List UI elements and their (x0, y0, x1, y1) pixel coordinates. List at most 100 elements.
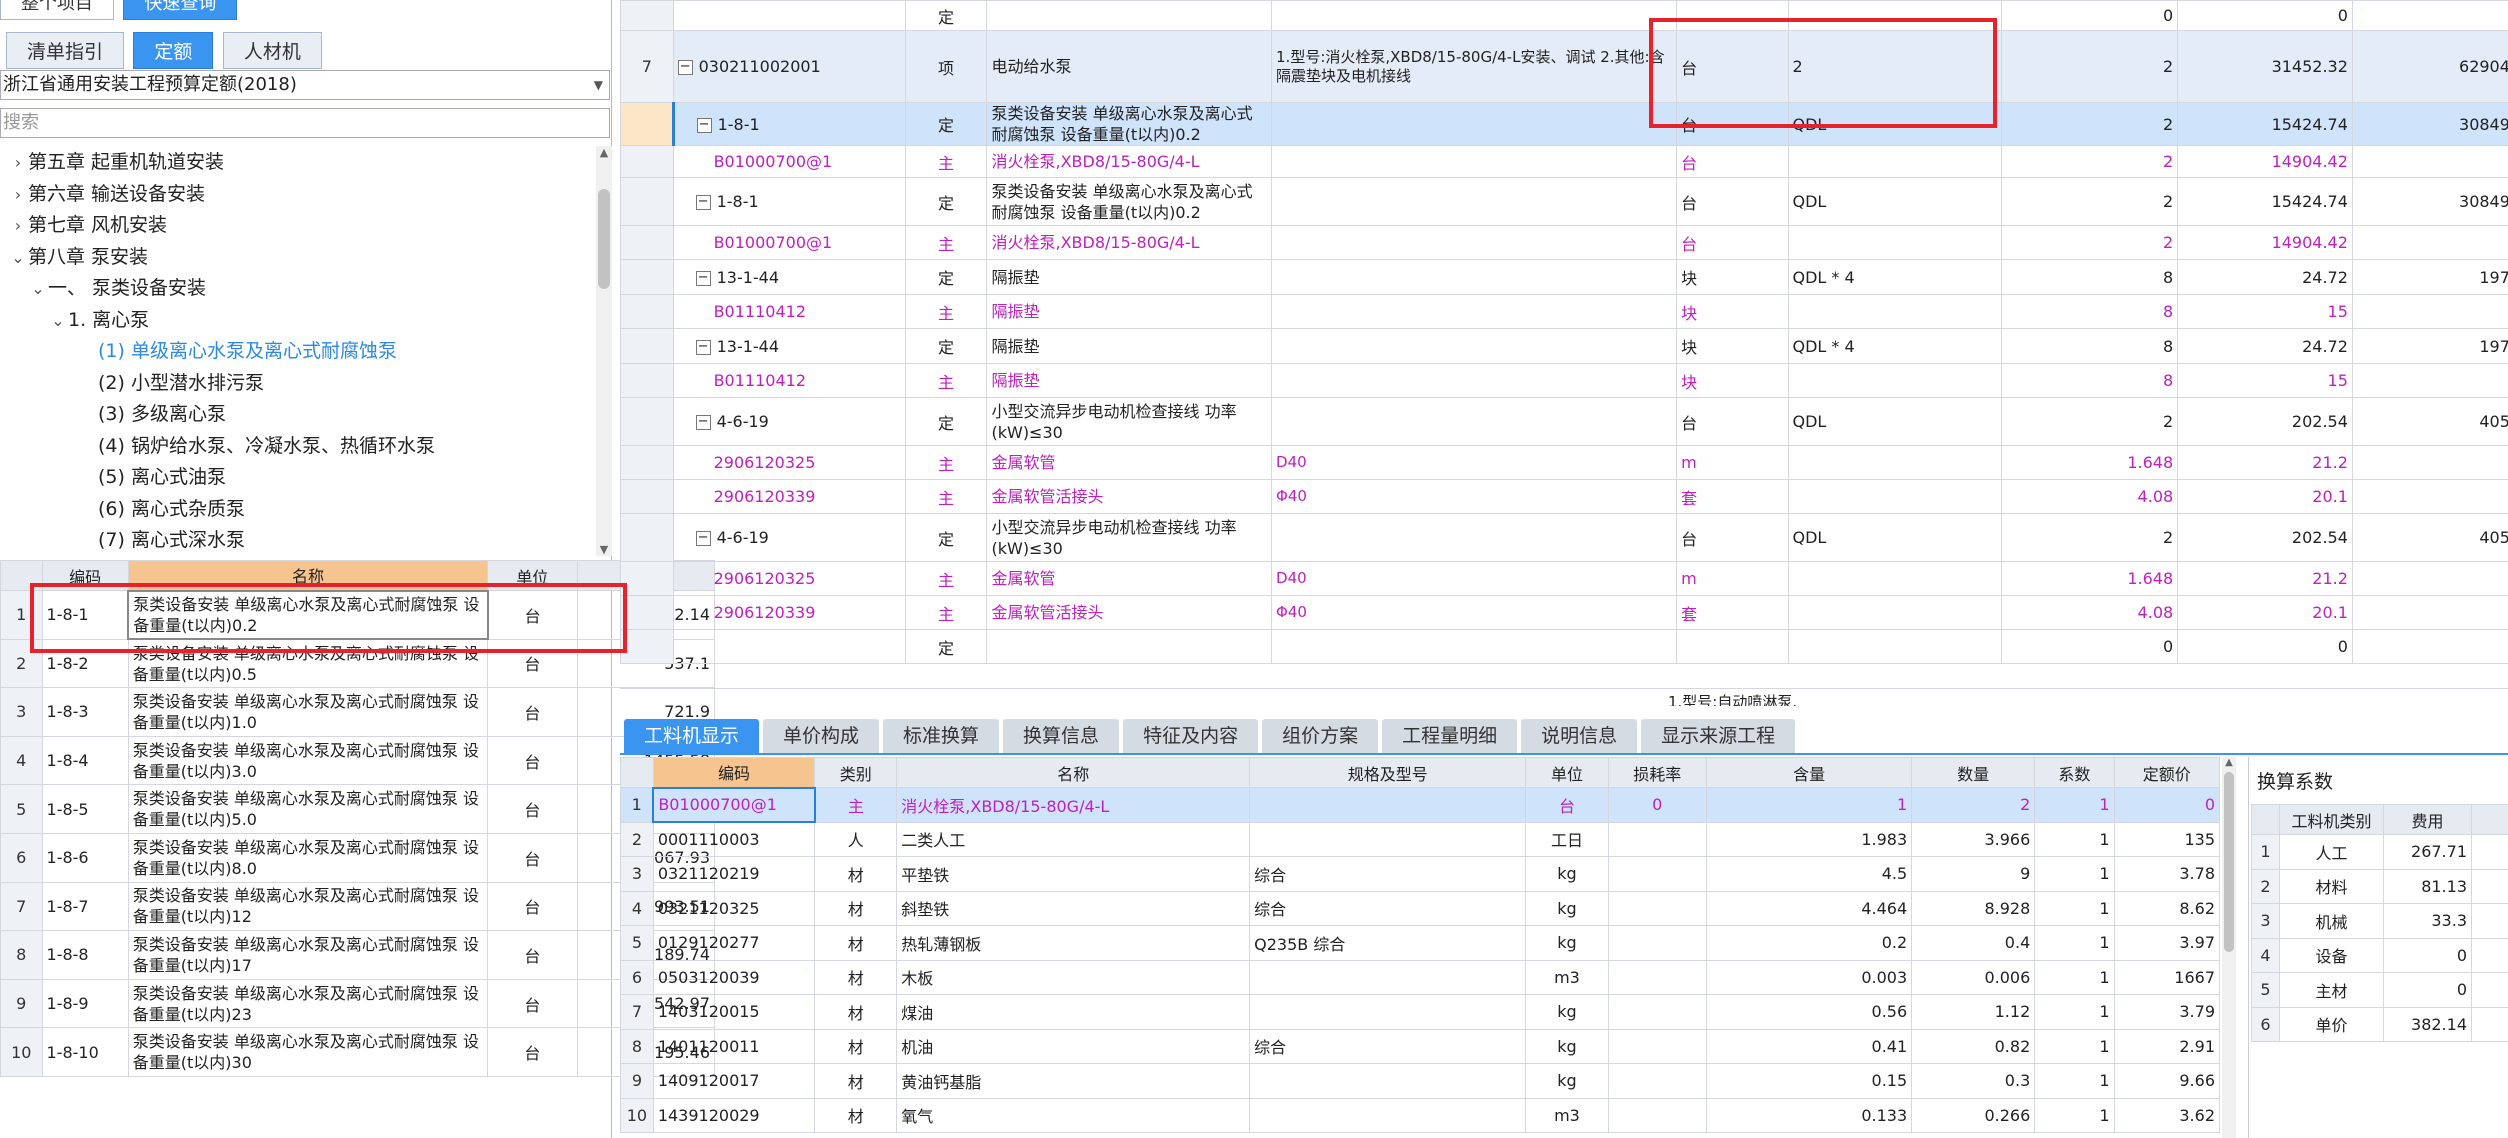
tree-scrollbar[interactable]: ▲ ▼ (596, 146, 612, 556)
table-row[interactable]: 5 1-8-5 泵类设备安装 单级离心水泵及离心式耐腐蚀泵 设备重量(t以内)5… (0, 784, 716, 834)
collapse-icon[interactable]: − (677, 60, 693, 75)
collapse-icon[interactable]: − (695, 195, 711, 210)
table-row[interactable]: 定 0 0 (620, 0, 2508, 31)
collapse-icon[interactable]: − (695, 415, 711, 430)
material-col-header[interactable]: 编码 (652, 757, 816, 788)
scroll-thumb[interactable] (598, 189, 610, 289)
table-row[interactable]: 3 机械 33.3 (2251, 903, 2508, 939)
chevron-right-icon[interactable]: › (8, 179, 28, 211)
table-row[interactable]: −4-6-19 定 小型交流异步电动机检查接线 功率(kW)≤30 台 QDL … (620, 397, 2508, 446)
tree-item[interactable]: ⌄ 一、 泵类设备安装 (8, 273, 593, 305)
conversion-adjust[interactable] (2471, 903, 2508, 939)
table-row[interactable]: 4 设备 0 (2251, 937, 2508, 973)
material-col-header[interactable]: 名称 (896, 757, 1251, 788)
table-row[interactable]: −13-1-44 定 隔振垫 块 QDL * 4 8 24.72 197. (620, 259, 2508, 295)
table-row[interactable]: B01110412 主 隔振垫 块 8 15 (620, 294, 2508, 329)
tab-bottom[interactable]: 换算信息 (1003, 719, 1120, 753)
table-row[interactable]: 定 0 0 (620, 629, 2508, 664)
material-col-header[interactable]: 规格及型号 (1249, 757, 1527, 788)
table-row[interactable]: 9 1409120017 材 黄油钙基脂 kg 0.15 0.3 1 9.66 (620, 1063, 2221, 1099)
chevron-down-icon[interactable]: ⌄ (28, 273, 48, 305)
tree-item[interactable]: › 第五章 起重机轨道安装 (8, 147, 593, 179)
tree-item[interactable]: ⌄ 第八章 泵安装 (8, 242, 593, 274)
tab-bottom[interactable]: 工程量明细 (1382, 719, 1518, 753)
table-row[interactable]: 2 0001110003 人 二类人工 工日 1.983 3.966 1 135 (620, 821, 2221, 857)
tab-bottom[interactable]: 单价构成 (763, 719, 880, 753)
table-row[interactable]: 10 1439120029 材 氧气 m3 0.133 0.266 1 3.62 (620, 1097, 2221, 1133)
table-row[interactable]: 7 1-8-7 泵类设备安装 单级离心水泵及离心式耐腐蚀泵 设备重量(t以内)1… (0, 881, 716, 932)
table-row[interactable]: 7 −030211002001 项 电动给水泵 1.型号:消火栓泵,XBD8/1… (620, 30, 2508, 103)
table-row[interactable]: 6 0503120039 材 木板 m3 0.003 0.006 1 1667 (620, 959, 2221, 995)
conversion-adjust[interactable] (2471, 868, 2508, 904)
table-row[interactable]: 5 主材 0 1 (2251, 972, 2508, 1008)
material-col-header[interactable]: 单位 (1525, 757, 1609, 788)
search-input[interactable]: 搜索 (0, 108, 610, 138)
collapse-icon[interactable]: − (695, 270, 711, 286)
material-scrollbar[interactable]: ▲ (2222, 757, 2236, 1138)
table-row[interactable]: 1 B01000700@1 主 消火栓泵,XBD8/15-80G/4-L 台 0… (620, 786, 2221, 823)
table-row[interactable]: 6 1-8-6 泵类设备安装 单级离心水泵及离心式耐腐蚀泵 设备重量(t以内)8… (0, 832, 716, 883)
tree-item[interactable]: ⌄ 1. 离心泵 (8, 305, 593, 337)
chevron-right-icon[interactable]: › (8, 210, 28, 242)
tab-whole-project[interactable]: 整个项目 (0, 0, 114, 20)
table-row[interactable]: 2906120325 主 金属软管 D40 m 1.648 21.2 (620, 561, 2508, 596)
tab-bill-guide[interactable]: 清单指引 (6, 32, 125, 69)
table-row[interactable]: −1-8-1 定 泵类设备安装 单级离心水泵及离心式耐腐蚀泵 设备重量(t以内)… (620, 102, 2508, 146)
table-row[interactable]: 3 1-8-3 泵类设备安装 单级离心水泵及离心式耐腐蚀泵 设备重量(t以内)1… (0, 687, 716, 737)
table-row[interactable]: B01000700@1 主 消火栓泵,XBD8/15-80G/4-L 台 2 1… (620, 145, 2508, 178)
tab-bottom[interactable]: 组价方案 (1262, 719, 1379, 753)
material-col-header[interactable]: 系数 (2034, 757, 2115, 788)
tree-item[interactable]: (1) 单级离心水泵及离心式耐腐蚀泵 (8, 336, 593, 368)
conversion-col-header[interactable]: 工料机类别 (2279, 804, 2384, 835)
table-row[interactable]: 10 1-8-10 泵类设备安装 单级离心水泵及离心式耐腐蚀泵 设备重量(t以内… (0, 1027, 716, 1077)
table-row[interactable]: −13-1-44 定 隔振垫 块 QDL * 4 8 24.72 197. (620, 328, 2508, 364)
tree-item[interactable]: › 第七章 风机安装 (8, 210, 593, 242)
chevron-right-icon[interactable]: › (8, 147, 28, 179)
material-col-header[interactable]: 数量 (1911, 757, 2036, 788)
table-row[interactable]: 1 人工 267.71 (2251, 834, 2508, 870)
table-row[interactable]: 3 0321120219 材 平垫铁 综合 kg 4.5 9 1 3.78 (620, 856, 2221, 892)
table-row[interactable]: 4 0321120325 材 斜垫铁 综合 kg 4.464 8.928 1 8… (620, 890, 2221, 926)
tab-labor-material-machine[interactable]: 人材机 (222, 32, 322, 69)
table-row[interactable]: 4 1-8-4 泵类设备安装 单级离心水泵及离心式耐腐蚀泵 设备重量(t以内)3… (0, 735, 716, 786)
tab-bottom[interactable]: 标准换算 (883, 719, 1000, 753)
tree-item[interactable]: › 第六章 输送设备安装 (8, 179, 593, 211)
conversion-adjust[interactable]: 1 (2471, 972, 2508, 1008)
table-row[interactable]: 8 1-8-8 泵类设备安装 单级离心水泵及离心式耐腐蚀泵 设备重量(t以内)1… (0, 930, 716, 980)
tab-bottom[interactable]: 说明信息 (1521, 719, 1638, 753)
conversion-col-header[interactable]: 费用 (2383, 804, 2472, 835)
tab-bottom[interactable]: 工料机显示 (624, 719, 760, 753)
tree-item[interactable]: (6) 离心式杂质泵 (8, 494, 593, 526)
tree-item[interactable]: (3) 多级离心泵 (8, 399, 593, 431)
table-row[interactable]: 2 材料 81.13 (2251, 868, 2508, 904)
tree-item[interactable]: (4) 锅炉给水泵、冷凝水泵、热循环水泵 (8, 431, 593, 463)
tab-quota[interactable]: 定额 (133, 32, 214, 69)
quota-book-select[interactable]: 浙江省通用安装工程预算定额(2018) ▼ (0, 70, 610, 100)
material-col-header[interactable]: 类别 (814, 757, 898, 788)
table-row[interactable]: −1-8-1 定 泵类设备安装 单级离心水泵及离心式耐腐蚀泵 设备重量(t以内)… (620, 177, 2508, 226)
chevron-down-icon[interactable]: ⌄ (48, 305, 68, 337)
table-row[interactable]: 2906120339 主 金属软管活接头 Φ40 套 4.08 20.1 (620, 479, 2508, 514)
collapse-icon[interactable]: − (696, 117, 712, 133)
conversion-adjust[interactable] (2471, 834, 2508, 870)
material-col-header[interactable]: 含量 (1705, 757, 1913, 788)
tree-item[interactable]: (7) 离心式深水泵 (8, 525, 593, 555)
material-col-header[interactable]: 损耗率 (1607, 757, 1707, 788)
scroll-thumb[interactable] (2224, 772, 2234, 952)
material-col-header[interactable]: 定额价 (2113, 757, 2221, 788)
tree-item[interactable]: (2) 小型潜水排污泵 (8, 368, 593, 400)
table-row[interactable]: 6 单价 382.14 (2251, 1006, 2508, 1042)
collapse-icon[interactable]: − (695, 339, 711, 355)
table-row[interactable]: B01000700@1 主 消火栓泵,XBD8/15-80G/4-L 台 2 1… (620, 225, 2508, 260)
table-row[interactable]: 5 0129120277 材 热轧薄钢板 Q235B 综合 kg 0.2 0.4… (620, 925, 2221, 961)
conversion-adjust[interactable] (2471, 937, 2508, 973)
table-row[interactable]: 7 1403120015 材 煤油 kg 0.56 1.12 1 3.79 (620, 994, 2221, 1030)
collapse-icon[interactable]: − (695, 531, 711, 546)
table-row[interactable]: 2906120325 主 金属软管 D40 m 1.648 21.2 (620, 445, 2508, 480)
table-row[interactable]: B01110412 主 隔振垫 块 8 15 (620, 363, 2508, 398)
chevron-down-icon[interactable]: ⌄ (8, 242, 28, 274)
tab-bottom[interactable]: 特征及内容 (1123, 719, 1259, 753)
conversion-adjust[interactable] (2471, 1006, 2508, 1042)
tab-bottom[interactable]: 显示来源工程 (1641, 719, 1796, 753)
table-row[interactable]: 9 1-8-9 泵类设备安装 单级离心水泵及离心式耐腐蚀泵 设备重量(t以内)2… (0, 978, 716, 1029)
